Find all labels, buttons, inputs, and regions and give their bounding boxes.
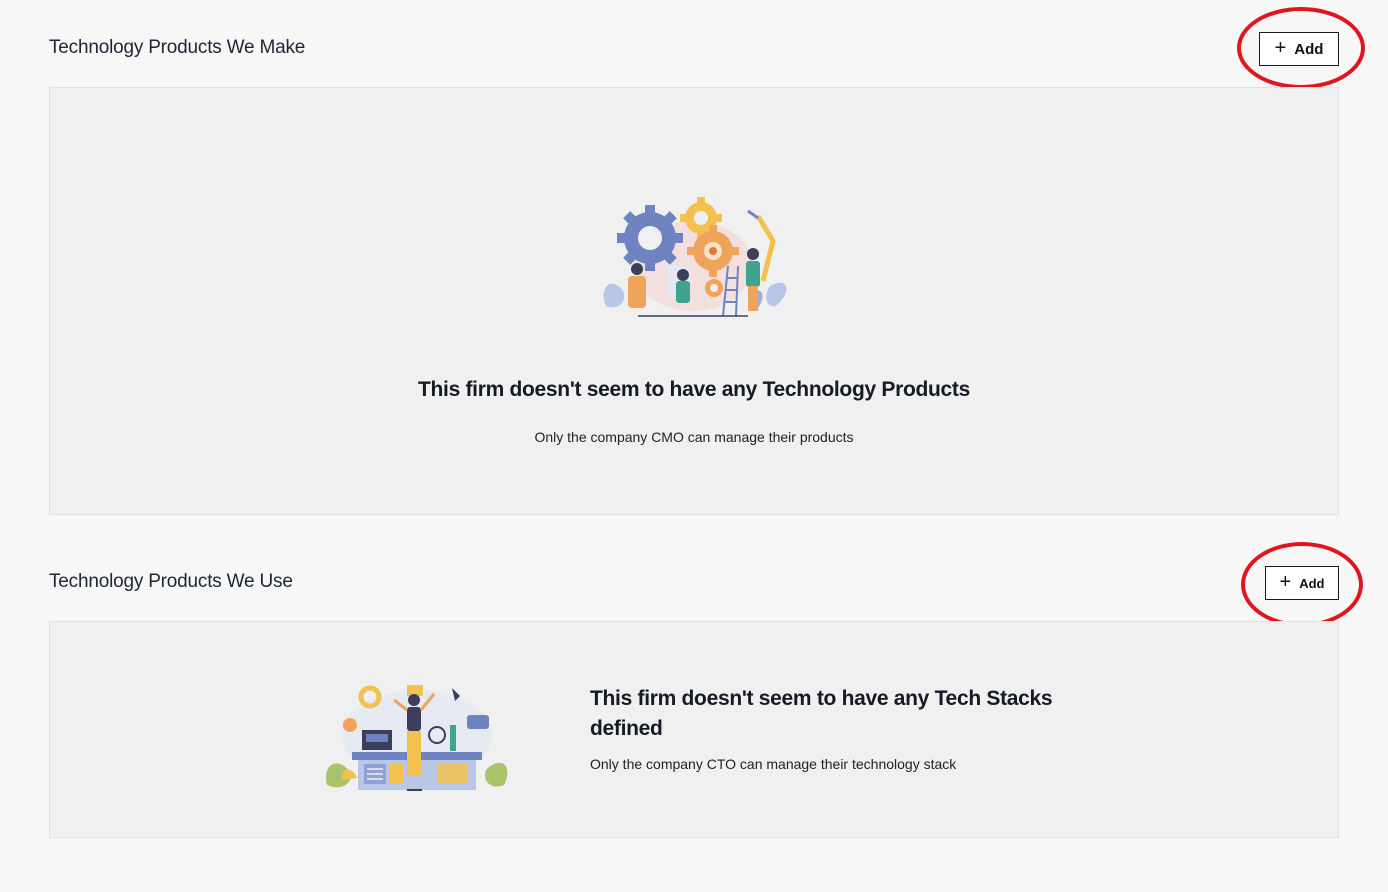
section-title-use: Technology Products We Use [49, 571, 293, 592]
add-button-label: Add [1294, 40, 1324, 58]
empty-state-subtitle: Only the company CTO can manage their te… [590, 756, 957, 772]
workbench-tools-illustration [326, 685, 508, 791]
add-product-button[interactable]: + Add [1259, 32, 1339, 66]
empty-state-title: This firm doesn't seem to have any Tech … [590, 687, 1053, 740]
empty-state-title: This firm doesn't seem to have any Techn… [417, 378, 971, 401]
section-title-make: Technology Products We Make [49, 37, 306, 58]
empty-state-panel-make: This firm doesn't seem to have any Techn… [49, 87, 1339, 515]
plus-icon: + [1279, 571, 1292, 593]
add-tech-stack-button[interactable]: + Add [1265, 566, 1339, 600]
add-button-label: Add [1299, 575, 1325, 591]
gears-team-illustration [603, 197, 787, 317]
empty-state-subtitle: Only the company CMO can manage their pr… [534, 429, 854, 445]
plus-icon: + [1274, 37, 1287, 59]
empty-state-panel-use: This firm doesn't seem to have any Tech … [49, 621, 1339, 838]
